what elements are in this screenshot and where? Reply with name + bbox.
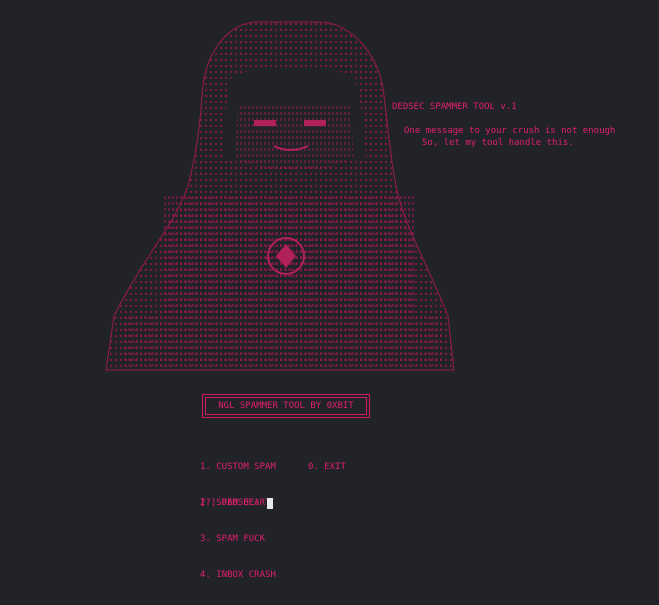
hooded-figure-ascii-art-icon (104, 16, 464, 376)
text-cursor[interactable] (267, 497, 274, 509)
terminal-window: DEDSEC SPAMMER TOOL v.1 One message to y… (0, 0, 659, 580)
tool-title: NGL SPAMMER TOOL BY 0XBIT (218, 401, 354, 411)
prompt-label: [?] DEDSEC: (200, 498, 266, 508)
banner-title: DEDSEC SPAMMER TOOL v.1 (392, 102, 517, 112)
command-prompt[interactable]: [?] DEDSEC: (200, 497, 274, 509)
menu-item-spam-fuck[interactable]: 3. SPAM FUCK (200, 533, 265, 545)
main-menu: 1. CUSTOM SPAM 0. EXIT 2. SPAM HEART 3. … (200, 437, 346, 605)
menu-item-custom-spam[interactable]: 1. CUSTOM SPAM (200, 461, 308, 473)
banner-tagline-line2: So, let my tool handle this. (422, 138, 574, 148)
tool-title-box: NGL SPAMMER TOOL BY 0XBIT (202, 394, 370, 418)
menu-item-inbox-crash[interactable]: 4. INBOX CRASH (200, 569, 276, 581)
menu-item-exit[interactable]: 0. EXIT (308, 461, 346, 473)
